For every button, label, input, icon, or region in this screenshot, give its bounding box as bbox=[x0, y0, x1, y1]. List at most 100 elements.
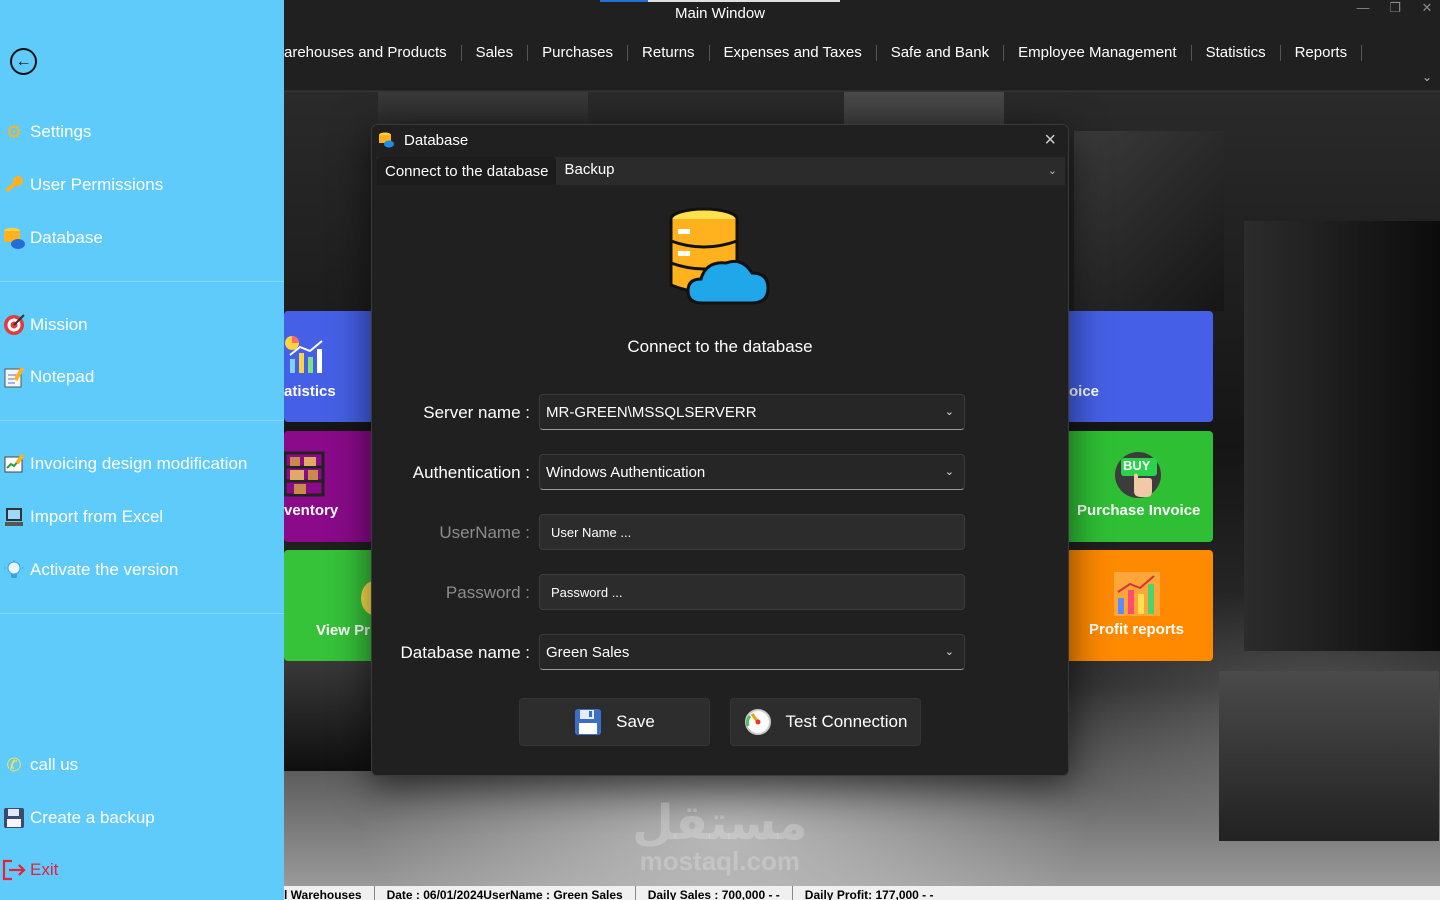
sidebar-item-settings[interactable]: ⚙ Settings bbox=[0, 118, 92, 146]
main-menu: arehouses and Products Sales Purchases R… bbox=[284, 42, 1363, 64]
menu-safe-bank[interactable]: Safe and Bank bbox=[877, 45, 1005, 61]
database-name-value: Green Sales bbox=[546, 643, 630, 661]
window-title: Main Window bbox=[674, 5, 766, 22]
menu-sales[interactable]: Sales bbox=[462, 45, 529, 61]
menu-purchases[interactable]: Purchases bbox=[528, 45, 629, 61]
sidebar: ← ⚙ Settings User Permissions Database M… bbox=[0, 0, 284, 900]
gear-icon: ⚙ bbox=[5, 121, 23, 142]
sidebar-item-notepad[interactable]: Notepad bbox=[0, 363, 94, 391]
database-name-select[interactable]: Green Sales ⌄ bbox=[539, 634, 965, 670]
server-name-label: Server name : bbox=[423, 403, 530, 422]
tile-profit-label: Profit reports bbox=[1089, 621, 1185, 638]
authentication-select[interactable]: Windows Authentication ⌄ bbox=[539, 454, 965, 490]
dialog-header: Database × bbox=[372, 125, 1068, 157]
floppy-icon bbox=[0, 804, 28, 832]
computer-icon bbox=[0, 503, 28, 531]
sidebar-item-database[interactable]: Database bbox=[0, 224, 103, 252]
floppy-icon bbox=[575, 709, 602, 735]
server-name-value: MR-GREEN\MSSQLSERVERR bbox=[546, 403, 757, 421]
tab-backup[interactable]: Backup bbox=[556, 157, 622, 181]
sidebar-item-create-backup[interactable]: Create a backup bbox=[0, 804, 155, 832]
back-arrow-icon[interactable]: ← bbox=[10, 48, 37, 75]
window-controls: — ❐ ✕ bbox=[1356, 0, 1434, 16]
sidebar-item-call-us[interactable]: ✆ call us bbox=[0, 751, 78, 779]
sidebar-item-label: Invoicing design modification bbox=[30, 454, 248, 473]
sidebar-item-invoicing-design[interactable]: Invoicing design modification bbox=[0, 450, 247, 478]
sidebar-item-label: Create a backup bbox=[30, 808, 155, 827]
statistics-chart-icon bbox=[285, 336, 323, 373]
password-label: Password : bbox=[445, 583, 530, 602]
username-label: UserName : bbox=[439, 523, 530, 542]
watermark-latin: mostaql.com bbox=[639, 846, 800, 876]
sidebar-divider bbox=[0, 613, 284, 614]
save-button[interactable]: Save bbox=[519, 698, 710, 746]
sidebar-item-mission[interactable]: Mission bbox=[0, 311, 88, 339]
sidebar-item-user-permissions[interactable]: User Permissions bbox=[0, 171, 163, 199]
menu-returns[interactable]: Returns bbox=[628, 45, 710, 61]
authentication-value: Windows Authentication bbox=[546, 463, 706, 481]
test-connection-button[interactable]: Test Connection bbox=[730, 698, 921, 746]
dialog-title: Database bbox=[404, 132, 469, 149]
status-daily-profit: Daily Profit: 177,000 - - bbox=[804, 888, 934, 900]
close-icon[interactable]: × bbox=[1044, 129, 1056, 152]
sidebar-item-label: Mission bbox=[30, 315, 88, 334]
dialog-heading: Connect to the database bbox=[627, 337, 813, 356]
chevron-down-icon: ⌄ bbox=[944, 406, 954, 418]
chevron-down-icon[interactable]: ⌄ bbox=[1048, 164, 1057, 177]
exit-icon bbox=[0, 856, 28, 884]
close-window-button[interactable]: ✕ bbox=[1420, 0, 1434, 16]
buy-badge: BUY bbox=[1123, 458, 1151, 473]
tile-view-label: View Pr bbox=[316, 622, 370, 639]
menu-expenses-taxes[interactable]: Expenses and Taxes bbox=[710, 45, 877, 61]
tile-purchase-invoice[interactable]: BUY Purchase Invoice bbox=[1066, 431, 1213, 542]
sidebar-item-label: Import from Excel bbox=[30, 507, 164, 526]
username-input[interactable] bbox=[551, 524, 964, 540]
username-field[interactable] bbox=[539, 514, 965, 550]
menu-statistics[interactable]: Statistics bbox=[1192, 45, 1281, 61]
maximize-button[interactable]: ❐ bbox=[1388, 0, 1402, 16]
database-name-label: Database name : bbox=[400, 643, 530, 662]
menu-reports[interactable]: Reports bbox=[1281, 45, 1363, 61]
sidebar-item-label: call us bbox=[30, 755, 79, 774]
menu-employee-management[interactable]: Employee Management bbox=[1004, 45, 1192, 61]
sidebar-divider bbox=[0, 420, 284, 421]
tab-connect-database[interactable]: Connect to the database bbox=[377, 157, 557, 185]
password-input[interactable] bbox=[551, 584, 964, 600]
sidebar-item-import-excel[interactable]: Import from Excel bbox=[0, 503, 163, 531]
database-cloud-icon bbox=[669, 207, 770, 305]
menu-expand-chevron-icon[interactable]: ⌄ bbox=[1422, 70, 1432, 84]
tile-statistics[interactable]: atistics bbox=[284, 311, 374, 422]
tile-statistics-label: atistics bbox=[284, 383, 336, 400]
tile-sales-invoice[interactable]: oice bbox=[1066, 311, 1213, 422]
background-box bbox=[1244, 221, 1440, 651]
tile-invoice-label: oice bbox=[1069, 383, 1100, 400]
profit-chart-icon bbox=[1114, 572, 1160, 616]
tile-profit-reports[interactable]: Profit reports bbox=[1066, 550, 1213, 661]
minimize-button[interactable]: — bbox=[1356, 0, 1370, 16]
watermark-arabic: مستقل bbox=[632, 797, 808, 850]
sidebar-item-label: Exit bbox=[30, 860, 59, 879]
tile-view-products[interactable]: View Pr bbox=[284, 550, 374, 661]
menu-warehouses-products[interactable]: arehouses and Products bbox=[284, 45, 462, 61]
watermark-logo: مستقل mostaql.com bbox=[632, 797, 808, 876]
sidebar-item-label: User Permissions bbox=[30, 175, 164, 194]
invoice-edit-icon bbox=[0, 450, 28, 478]
chevron-down-icon: ⌄ bbox=[944, 466, 954, 478]
sidebar-item-label: Activate the version bbox=[30, 560, 179, 579]
tile-inventory[interactable]: ventory bbox=[284, 431, 374, 542]
test-connection-label: Test Connection bbox=[785, 712, 908, 731]
server-name-select[interactable]: MR-GREEN\MSSQLSERVERR ⌄ bbox=[539, 394, 965, 430]
status-date-user: Date : 06/01/2024UserName : Green Sales bbox=[375, 886, 636, 900]
status-warehouses: l Warehouses bbox=[284, 886, 375, 900]
sidebar-item-activate-version[interactable]: Activate the version bbox=[0, 556, 178, 584]
menu-divider bbox=[284, 90, 1440, 91]
status-daily-sales: Daily Sales : 700,000 - - bbox=[636, 886, 793, 900]
password-field[interactable] bbox=[539, 574, 965, 610]
sidebar-item-label: Settings bbox=[30, 122, 92, 141]
sidebar-item-label: Notepad bbox=[30, 367, 95, 386]
database-icon bbox=[0, 224, 28, 252]
notepad-icon bbox=[0, 363, 28, 391]
sidebar-item-exit[interactable]: Exit bbox=[0, 856, 58, 884]
tile-purchase-label: Purchase Invoice bbox=[1077, 502, 1201, 519]
gauge-icon bbox=[744, 709, 771, 735]
